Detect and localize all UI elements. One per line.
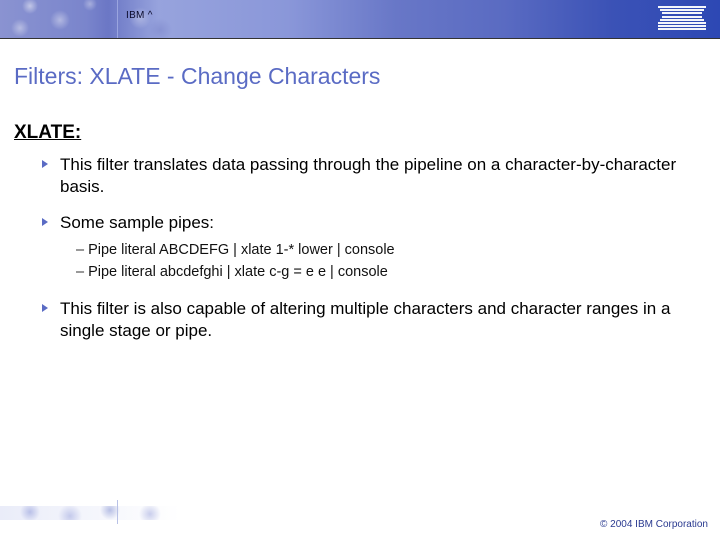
bullet-list: This filter translates data passing thro… [42,154,706,342]
sub-item: Pipe literal abcdefghi | xlate c-g = e e… [76,262,706,284]
footer-decoration [0,506,180,520]
section-heading: XLATE: [14,122,706,144]
footer: © 2004 IBM Corporation [0,500,720,540]
page-title: Filters: XLATE - Change Characters [14,63,720,90]
footer-divider [117,500,118,524]
sub-item: Pipe literal ABCDEFG | xlate 1-* lower |… [76,240,706,262]
bullet-text: Some sample pipes: [60,213,214,232]
header-bar: IBM ^ [0,0,720,38]
ibm-logo-icon [658,6,706,30]
sub-text: Pipe literal abcdefghi | xlate c-g = e e… [88,264,388,280]
header-rule [0,38,720,39]
copyright-text: © 2004 IBM Corporation [600,519,708,530]
sub-text: Pipe literal ABCDEFG | xlate 1-* lower |… [88,242,395,258]
header-divider [117,0,118,38]
bullet-text: This filter is also capable of altering … [60,299,670,340]
bullet-item: This filter translates data passing thro… [42,154,706,198]
bullet-text: This filter translates data passing thro… [60,155,676,196]
brand-left-text: IBM ^ [126,10,153,21]
content-area: XLATE: This filter translates data passi… [14,122,706,342]
bullet-item: This filter is also capable of altering … [42,298,706,342]
sub-list: Pipe literal ABCDEFG | xlate 1-* lower |… [76,240,706,284]
bullet-item: Some sample pipes: Pipe literal ABCDEFG … [42,212,706,284]
